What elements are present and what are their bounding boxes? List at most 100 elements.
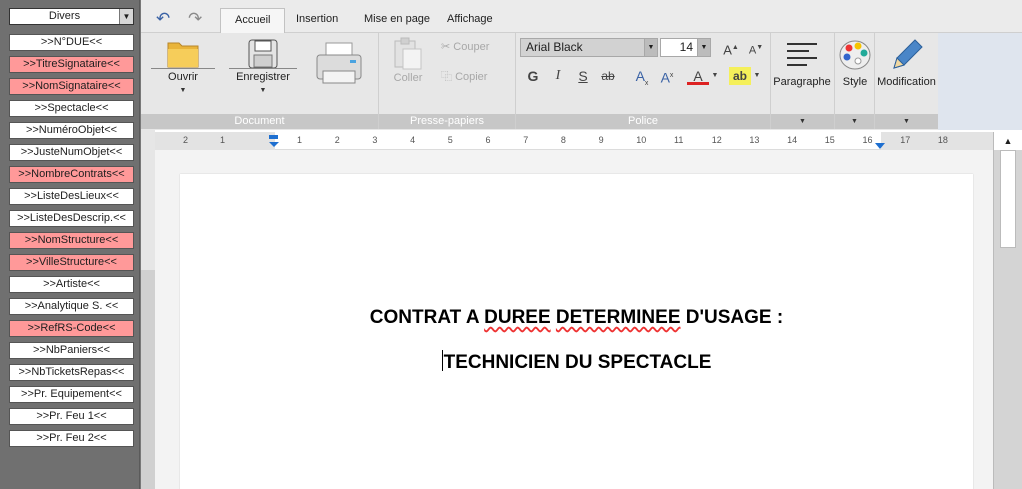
category-select-value: Divers: [48, 10, 81, 22]
field-button[interactable]: >>Pr. Feu 2<<: [9, 430, 134, 447]
scissors-icon: ✂: [441, 41, 451, 53]
document-area: CONTRAT A DUREE DETERMINEE D'USAGE : TEC…: [155, 150, 995, 489]
left-margin-strip: [141, 130, 155, 270]
field-button[interactable]: >>RefRS-Code<<: [9, 320, 134, 337]
copy-label: Copier: [455, 71, 488, 83]
ruler-tick-label: 3: [372, 135, 378, 145]
chevron-down-icon[interactable]: ▼: [697, 39, 710, 56]
field-button[interactable]: >>NomStructure<<: [9, 232, 134, 249]
scroll-up-icon[interactable]: ▲: [994, 132, 1022, 150]
document-title: CONTRAT A DUREE DETERMINEE D'USAGE :: [180, 307, 973, 329]
category-select[interactable]: Divers ▼: [9, 8, 134, 25]
field-button[interactable]: >>N°DUE<<: [9, 34, 134, 51]
field-button[interactable]: >>JusteNumObjet<<: [9, 144, 134, 161]
style-dropdown-icon[interactable]: ▼: [835, 114, 874, 129]
open-button[interactable]: Ouvrir ▼: [151, 35, 215, 97]
font-color-icon[interactable]: A: [687, 67, 709, 85]
modification-button[interactable]: Modification: [875, 35, 938, 111]
chevron-down-icon[interactable]: ▼: [119, 9, 133, 24]
field-button[interactable]: >>NombreContrats<<: [9, 166, 134, 183]
paragraph-button[interactable]: Paragraphe: [771, 35, 833, 111]
vertical-scrollbar[interactable]: ▲: [993, 132, 1022, 489]
font-size-value: 14: [679, 40, 693, 54]
italic-icon[interactable]: I: [549, 67, 567, 85]
bold-icon[interactable]: G: [524, 67, 542, 85]
field-sidebar: Divers ▼ >>N°DUE<< >>TitreSignataire<< >>N…: [0, 0, 140, 489]
paste-label: Coller: [393, 72, 423, 84]
paste-button[interactable]: Coller: [385, 35, 431, 95]
field-button[interactable]: >>NbTicketsRepas<<: [9, 364, 134, 381]
open-dropdown-icon[interactable]: ▼: [151, 87, 215, 94]
field-button[interactable]: >>Spectacle<<: [9, 100, 134, 117]
shrink-font-icon[interactable]: A▼: [746, 39, 766, 57]
open-label: Ouvrir: [168, 71, 198, 83]
field-button[interactable]: >>VilleStructure<<: [9, 254, 134, 271]
style-button[interactable]: Style: [835, 35, 875, 111]
field-button[interactable]: >>Analytique S. <<: [9, 298, 134, 315]
title-text: DUREE: [484, 307, 551, 328]
redo-icon[interactable]: ↷: [188, 9, 202, 29]
font-color-dropdown-icon[interactable]: ▼: [711, 67, 719, 85]
ruler-left-margin: [155, 132, 275, 150]
undo-icon[interactable]: ↶: [156, 9, 170, 29]
left-margin-strip: [141, 270, 155, 489]
highlight-icon[interactable]: ab: [729, 67, 751, 85]
subscript-icon[interactable]: Ax: [631, 67, 653, 87]
document-subtitle: TECHNICIEN DU SPECTACLE: [180, 350, 973, 374]
ruler-tick-label: 17: [900, 135, 911, 145]
modification-dropdown-icon[interactable]: ▼: [875, 114, 938, 129]
clipboard-icon: [394, 37, 422, 70]
grow-font-icon[interactable]: A▲: [721, 39, 741, 57]
clipboard-group-label: Presse-papiers: [379, 114, 515, 129]
field-button[interactable]: >>TitreSignataire<<: [9, 56, 134, 73]
tab-accueil[interactable]: Accueil: [220, 8, 286, 33]
ruler-tick-label: 2: [334, 135, 340, 145]
title-text: D'USAGE :: [680, 307, 784, 328]
floppy-disk-icon: [248, 39, 278, 69]
title-text: CONTRAT A: [369, 307, 485, 328]
paragraph-dropdown-icon[interactable]: ▼: [771, 114, 834, 129]
field-button[interactable]: >>ListeDesDescrip.<<: [9, 210, 134, 227]
field-button[interactable]: >>Pr. Feu 1<<: [9, 408, 134, 425]
scroll-thumb[interactable]: [1000, 150, 1016, 248]
cut-button[interactable]: ✂ Couper: [441, 40, 489, 53]
field-button[interactable]: >>NbPaniers<<: [9, 342, 134, 359]
field-button[interactable]: >>Artiste<<: [9, 276, 134, 293]
tab-insertion[interactable]: Insertion: [282, 8, 352, 33]
copy-button[interactable]: ⿻ Copier: [441, 68, 487, 84]
ruler-tick-label: 9: [598, 135, 604, 145]
right-indent-marker[interactable]: [875, 143, 885, 149]
superscript-icon[interactable]: Ax: [656, 67, 678, 86]
font-name-select[interactable]: Arial Black ▼: [520, 38, 658, 57]
chevron-down-icon[interactable]: ▼: [644, 39, 657, 56]
tab-mise-en-page[interactable]: Mise en page: [350, 8, 444, 33]
document-page[interactable]: CONTRAT A DUREE DETERMINEE D'USAGE : TEC…: [180, 174, 973, 489]
text-cursor: [441, 350, 443, 371]
copy-icon: ⿻: [441, 71, 452, 83]
ribbon: Ouvrir ▼ Enregistrer ▼ Document Coller ✂…: [141, 33, 938, 130]
ruler-tick-label: 2: [183, 135, 189, 145]
ruler-tick-label: 4: [410, 135, 416, 145]
palette-icon: [839, 40, 871, 70]
tab-affichage[interactable]: Affichage: [433, 8, 507, 33]
strikethrough-icon[interactable]: ab: [598, 67, 618, 85]
folder-icon: [167, 42, 199, 68]
field-button[interactable]: >>Pr. Equipement<<: [9, 386, 134, 403]
print-button[interactable]: [313, 41, 365, 93]
underline-icon[interactable]: S: [574, 67, 592, 85]
save-label: Enregistrer: [236, 71, 290, 83]
field-button[interactable]: >>ListeDesLieux<<: [9, 188, 134, 205]
ribbon-tab-bar: ↶ ↷ Accueil Insertion Mise en page Affic…: [141, 0, 1022, 33]
save-button[interactable]: Enregistrer ▼: [229, 35, 297, 97]
modification-label: Modification: [877, 76, 936, 88]
ruler-tick-label: 8: [560, 135, 566, 145]
style-label: Style: [842, 76, 868, 88]
ruler-tick-label: 7: [523, 135, 529, 145]
left-indent-marker[interactable]: [269, 135, 279, 147]
ruler-tick-label: 12: [711, 135, 722, 145]
highlight-dropdown-icon[interactable]: ▼: [753, 67, 761, 85]
font-size-select[interactable]: 14 ▼: [660, 38, 711, 57]
field-button[interactable]: >>NuméroObjet<<: [9, 122, 134, 139]
field-button[interactable]: >>NomSignataire<<: [9, 78, 134, 95]
save-dropdown-icon[interactable]: ▼: [229, 87, 297, 94]
